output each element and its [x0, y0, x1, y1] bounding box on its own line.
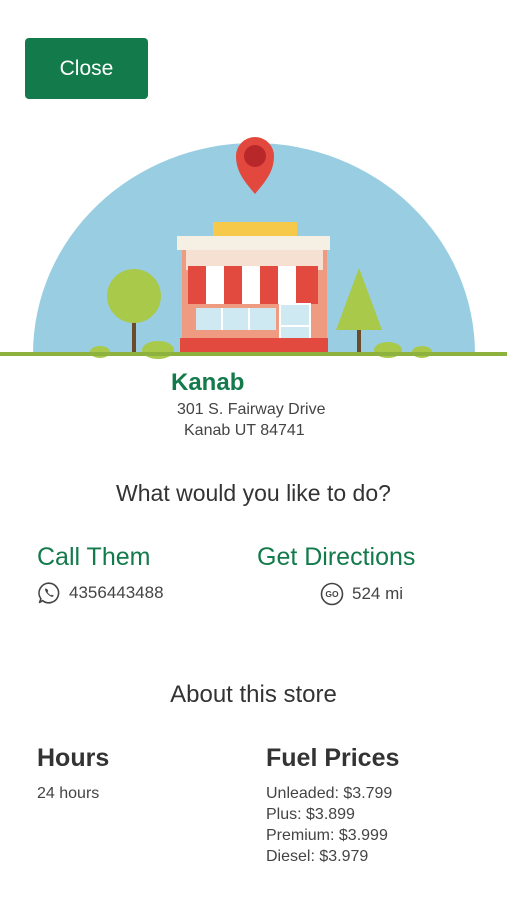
fuel-price-item: Unleaded: $3.799	[266, 785, 393, 802]
go-icon: GO	[320, 582, 344, 606]
hours-heading: Hours	[37, 744, 110, 772]
about-store-heading: About this store	[170, 681, 337, 708]
hours-value: 24 hours	[37, 785, 100, 802]
action-prompt: What would you like to do?	[116, 480, 391, 506]
distance: GO 524 mi	[320, 582, 403, 606]
fuel-price-item: Diesel: $3.979	[266, 848, 369, 865]
store-name: Kanab	[171, 369, 245, 396]
store-address-line1: 301 S. Fairway Drive	[177, 401, 326, 418]
store-address-line2: Kanab UT 84741	[184, 422, 305, 439]
phone-number[interactable]: 4356443488	[37, 581, 164, 605]
store-illustration	[0, 137, 507, 359]
whatsapp-phone-icon	[38, 582, 60, 604]
get-directions-link[interactable]: Get Directions	[257, 543, 415, 572]
fuel-price-item: Plus: $3.899	[266, 806, 355, 823]
svg-text:GO: GO	[325, 589, 339, 599]
fuel-price-item: Premium: $3.999	[266, 827, 388, 844]
call-them-link[interactable]: Call Them	[37, 543, 150, 572]
phone-number-text: 4356443488	[69, 583, 164, 602]
distance-text: 524 mi	[352, 584, 404, 603]
close-button[interactable]: Close	[25, 38, 148, 99]
fuel-prices-heading: Fuel Prices	[266, 744, 400, 772]
fuel-prices-list: Unleaded: $3.799 Plus: $3.899 Premium: $…	[266, 783, 392, 867]
